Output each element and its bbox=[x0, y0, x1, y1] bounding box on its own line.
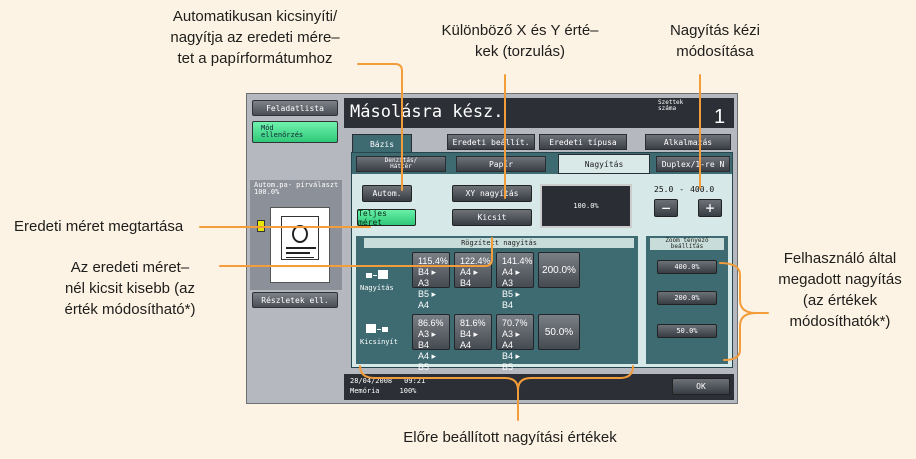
zoom-setting-area: Zoom tényező beállítás 400.0% 200.0% 50.… bbox=[646, 236, 728, 364]
subtab-paper[interactable]: Papír bbox=[456, 156, 546, 172]
reduce-icon bbox=[366, 324, 390, 334]
job-list-button[interactable]: Feladatlista bbox=[252, 100, 338, 116]
status-memory: Memória 100% bbox=[350, 387, 416, 395]
page-preview bbox=[270, 207, 330, 283]
subtab-density[interactable]: Denzitás/ Háttér bbox=[356, 156, 446, 172]
memory-label: Memória bbox=[350, 387, 380, 395]
status-date: 28/04/2008 bbox=[350, 377, 393, 385]
zoom-content: Autom. XY nagyítás Teljes méret Kicsit 1… bbox=[352, 174, 732, 372]
annotation-keep-size: Eredeti méret megtartása bbox=[14, 218, 184, 235]
range-max: 400.0 bbox=[690, 185, 715, 194]
subtab-duplex[interactable]: Duplex/1-re N bbox=[656, 156, 730, 172]
tab-application[interactable]: Alkalmazás bbox=[645, 134, 731, 150]
status-bar: 28/04/2008 09:21 Memória 100% OK bbox=[344, 374, 734, 400]
auto-zoom-button[interactable]: Autom. bbox=[362, 185, 412, 202]
reduce-label: Kicsinyít bbox=[360, 338, 398, 346]
memory-value: 100% bbox=[399, 387, 417, 395]
status-time: 09:21 bbox=[404, 377, 426, 385]
ok-button[interactable]: OK bbox=[672, 378, 730, 395]
orientation-icon bbox=[257, 220, 265, 232]
enlarge-icon bbox=[366, 270, 390, 280]
enlarge-preset-1[interactable]: 115.4% B4 ▸ A3 B5 ▸ A4 bbox=[412, 252, 450, 310]
copies-value: 1 bbox=[714, 106, 726, 128]
tab-basic[interactable]: Bázis bbox=[352, 134, 412, 154]
details-check-button[interactable]: Részletek ell. bbox=[252, 292, 338, 308]
zoom-setting-title: Zoom tényező beállítás bbox=[650, 238, 724, 250]
range-min: 25.0 bbox=[654, 185, 674, 194]
zoom-value-display: 100.0% bbox=[540, 184, 632, 228]
thumbnail-panel: Autom.pa- pírválaszt 100.0% bbox=[250, 180, 342, 290]
zoom-minus-button[interactable]: − bbox=[654, 199, 678, 217]
zoom-plus-button[interactable]: + bbox=[698, 199, 722, 217]
status-title: Másolásra kész. bbox=[350, 102, 504, 122]
zoom-setting-400[interactable]: 400.0% bbox=[657, 260, 717, 274]
annotation-smaller: Az eredeti méret– nél kicsit kisebb (az … bbox=[64, 259, 196, 318]
annotation-preset: Előre beállított nagyítási értékek bbox=[403, 429, 617, 446]
preview-image bbox=[281, 216, 319, 260]
status-date-time: 28/04/2008 09:21 bbox=[350, 377, 425, 385]
check-job-label: Mód ellenőrzés bbox=[261, 124, 304, 139]
enlarge-preset-2[interactable]: 122.4% A4 ▸ B4 bbox=[454, 252, 492, 288]
zoom-setting-50[interactable]: 50.0% bbox=[657, 324, 717, 338]
enlarge-label: Nagyítás bbox=[360, 284, 394, 292]
annotation-auto: Automatikusan kicsinyíti/ nagyítja az er… bbox=[170, 8, 340, 67]
subtab-zoom[interactable]: Nagyítás bbox=[558, 154, 650, 174]
xy-zoom-button[interactable]: XY nagyítás bbox=[452, 185, 532, 202]
fixed-zoom-title: Rögzített nagyítás bbox=[364, 238, 634, 248]
reduce-preset-1[interactable]: 86.6% A3 ▸ B4 A4 ▸ B5 bbox=[412, 314, 450, 372]
range-separator: - bbox=[679, 185, 685, 194]
enlarge-preset-3[interactable]: 141.4% A4 ▸ A3 B5 ▸ B4 bbox=[496, 252, 534, 310]
zoom-setting-200[interactable]: 200.0% bbox=[657, 291, 717, 305]
settings-panel: Denzitás/ Háttér Papír Nagyítás Duplex/1… bbox=[351, 152, 733, 372]
check-job-button[interactable]: Mód ellenőrzés bbox=[252, 121, 338, 143]
annotation-manual: Nagyítás kézi módosítása bbox=[669, 22, 761, 60]
reduce-preset-2[interactable]: 81.6% B4 ▸ A4 bbox=[454, 314, 492, 350]
minimal-button[interactable]: Kicsit bbox=[452, 209, 532, 226]
annotation-user-zoom: Felhasználó által megadott nagyítás (az … bbox=[778, 250, 902, 330]
zoom-range: 25.0 - 400.0 bbox=[654, 185, 714, 194]
reduce-preset-50[interactable]: 50.0% bbox=[538, 314, 580, 350]
copies-label: Szettek száma bbox=[658, 99, 684, 112]
annotation-xy: Különböző X és Y érté– kek (torzulás) bbox=[441, 22, 599, 60]
reduce-preset-3[interactable]: 70.7% A3 ▸ A4 B4 ▸ B5 bbox=[496, 314, 534, 372]
fixed-zoom-area: Rögzített nagyítás Nagyítás 115.4% B4 ▸ … bbox=[356, 236, 638, 372]
full-size-button[interactable]: Teljes méret bbox=[357, 209, 416, 227]
enlarge-preset-200[interactable]: 200.0% bbox=[538, 252, 580, 288]
tab-original-type[interactable]: Eredeti típusa bbox=[539, 134, 627, 150]
copier-touch-screen: Feladatlista Mód ellenőrzés Autom.pa- pí… bbox=[246, 93, 738, 404]
status-title-bar: Másolásra kész. Szettek száma 1 bbox=[344, 98, 734, 128]
tab-original-settings[interactable]: Eredeti beállít. bbox=[447, 134, 535, 150]
thumbnail-info: Autom.pa- pírválaszt 100.0% bbox=[254, 181, 339, 196]
